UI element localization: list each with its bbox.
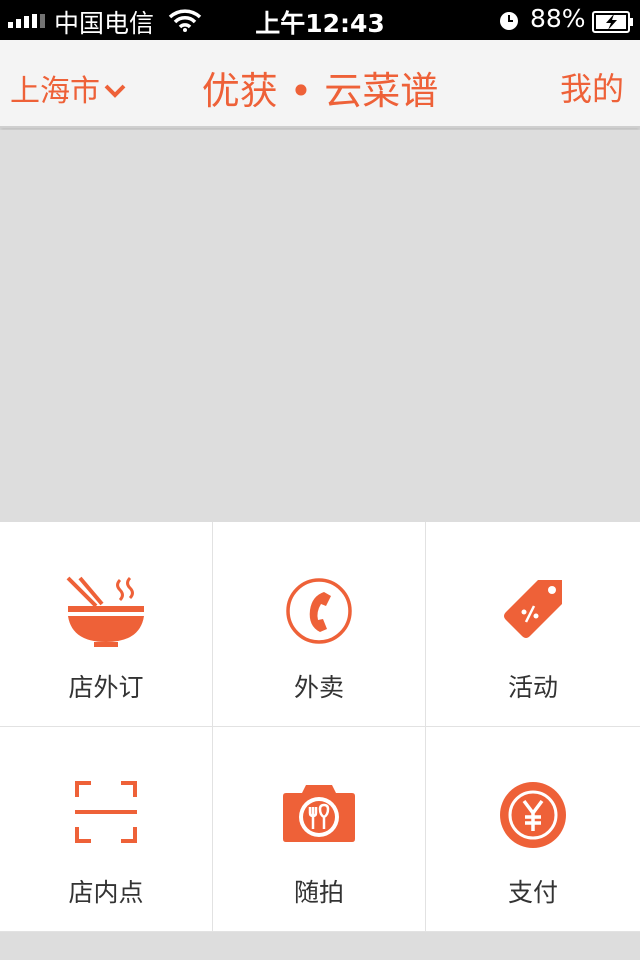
phone-circle-icon bbox=[213, 576, 425, 646]
menu-item-label: 随拍 bbox=[293, 878, 344, 907]
my-account-button[interactable]: 我的 bbox=[560, 64, 624, 110]
noodle-bowl-icon bbox=[0, 576, 212, 648]
menu-item-label: 活动 bbox=[507, 673, 558, 702]
battery-percentage: 88% bbox=[530, 4, 586, 33]
banner-area[interactable] bbox=[0, 130, 640, 522]
menu-grid: 店外订 外卖 活动 店内点 随拍 支付 bbox=[0, 522, 640, 932]
menu-item-snapshot[interactable]: 随拍 bbox=[213, 727, 426, 932]
yuan-coin-icon bbox=[426, 781, 640, 849]
camera-icon bbox=[213, 781, 425, 843]
menu-item-takeaway[interactable]: 外卖 bbox=[213, 522, 426, 727]
menu-item-dine-in[interactable]: 店内点 bbox=[0, 727, 213, 932]
status-bar: 中国电信 上午12:43 88% bbox=[0, 0, 640, 40]
battery-charging-icon bbox=[592, 10, 634, 39]
bottom-divider bbox=[0, 932, 640, 960]
nav-bar: 上海市 优获 • 云菜谱 我的 bbox=[0, 40, 640, 128]
menu-item-payment[interactable]: 支付 bbox=[426, 727, 640, 932]
menu-item-promotions[interactable]: 活动 bbox=[426, 522, 640, 727]
menu-item-order-outside[interactable]: 店外订 bbox=[0, 522, 213, 727]
menu-item-label: 店外订 bbox=[68, 673, 144, 702]
menu-item-label: 店内点 bbox=[68, 878, 144, 907]
scan-frame-icon bbox=[0, 781, 212, 843]
menu-item-label: 外卖 bbox=[293, 673, 344, 702]
alarm-clock-icon bbox=[498, 9, 520, 38]
menu-item-label: 支付 bbox=[507, 878, 558, 907]
page-title: 优获 • 云菜谱 bbox=[201, 69, 439, 113]
price-tag-icon bbox=[426, 576, 640, 642]
